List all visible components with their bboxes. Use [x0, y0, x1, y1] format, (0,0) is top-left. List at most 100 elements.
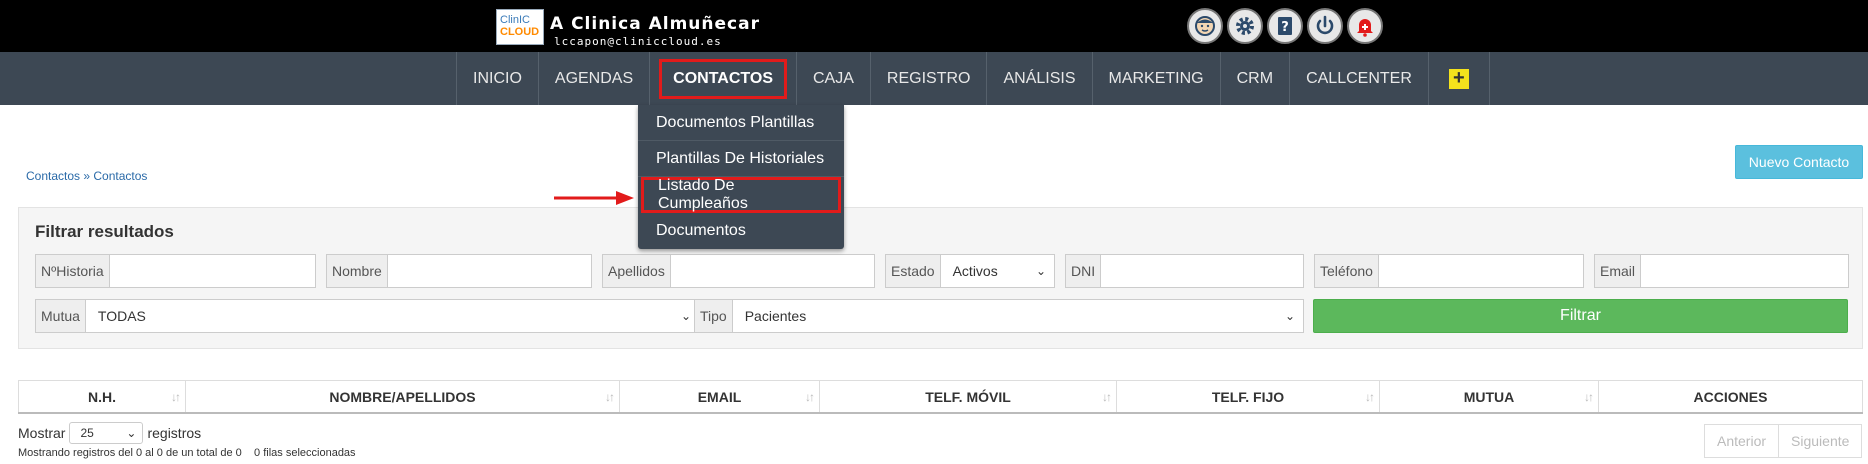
- nav-marketing[interactable]: MARKETING: [1093, 52, 1221, 105]
- email-field: Email: [1594, 254, 1849, 288]
- nav-inicio[interactable]: INICIO: [457, 52, 539, 105]
- filter-title: Filtrar resultados: [35, 222, 174, 241]
- page-length-value: 25: [80, 426, 94, 440]
- column-label: TELF. MÓVIL: [925, 388, 1011, 405]
- dropdown-documentos[interactable]: Documentos: [638, 213, 844, 249]
- nav-caja[interactable]: CAJA: [797, 52, 871, 105]
- sort-icon: ↓↑: [171, 390, 181, 404]
- dropdown-documentos-plantillas[interactable]: Documentos Plantillas: [638, 105, 844, 141]
- breadcrumb[interactable]: Contactos » Contactos: [26, 169, 147, 183]
- nav-agendas[interactable]: AGENDAS: [539, 52, 651, 105]
- mutua-field: Mutua TODAS ⌄: [35, 299, 700, 333]
- column-acciones: ACCIONES: [1599, 381, 1863, 412]
- nombre-field: Nombre: [326, 254, 592, 288]
- mutua-select[interactable]: TODAS ⌄: [86, 300, 699, 332]
- top-icon-group: ?: [1187, 8, 1383, 44]
- chevron-down-icon: ⌄: [1035, 264, 1046, 278]
- sort-icon: ↓↑: [805, 390, 815, 404]
- telefono-field: Teléfono: [1314, 254, 1584, 288]
- dropdown-plantillas-historiales[interactable]: Plantillas De Historiales: [638, 141, 844, 177]
- telefono-label: Teléfono: [1315, 255, 1379, 287]
- column-fijo[interactable]: TELF. FIJO ↓↑: [1117, 381, 1380, 412]
- bell-alert-icon[interactable]: [1347, 8, 1383, 44]
- help-book-icon[interactable]: ?: [1267, 8, 1303, 44]
- dropdown-listado-cumpleanos[interactable]: Listado De Cumpleaños: [641, 177, 841, 213]
- email-label: Email: [1595, 255, 1642, 287]
- sort-icon: ↓↑: [1102, 390, 1112, 404]
- logo-text-top: ClinIC: [500, 14, 530, 26]
- historia-label: NºHistoria: [36, 255, 110, 287]
- column-label: EMAIL: [697, 388, 742, 405]
- contactos-dropdown: Documentos Plantillas Plantillas De Hist…: [638, 105, 844, 249]
- filter-button[interactable]: Filtrar: [1313, 299, 1848, 333]
- power-icon[interactable]: [1307, 8, 1343, 44]
- dni-field: DNI: [1065, 254, 1304, 288]
- user-face-icon[interactable]: [1187, 8, 1223, 44]
- tipo-select[interactable]: Pacientes ⌄: [733, 300, 1303, 332]
- logo-text-bottom: CLOUD: [500, 26, 540, 38]
- nav-contactos[interactable]: CONTACTOS: [650, 52, 797, 105]
- apellidos-field: Apellidos: [602, 254, 875, 288]
- svg-text:?: ?: [1281, 20, 1289, 35]
- apellidos-label: Apellidos: [603, 255, 671, 287]
- column-label: ACCIONES: [1693, 388, 1768, 405]
- new-contact-button[interactable]: Nuevo Contacto: [1735, 145, 1863, 179]
- filter-panel: Filtrar resultados NºHistoria Nombre Ape…: [18, 207, 1863, 349]
- column-label: NOMBRE/APELLIDOS: [329, 388, 476, 405]
- user-email: lccapon@cliniccloud.es: [554, 35, 722, 48]
- dni-input[interactable]: [1101, 255, 1303, 287]
- nav-crm[interactable]: CRM: [1221, 52, 1291, 105]
- tipo-label: Tipo: [695, 300, 733, 332]
- column-label: N.H.: [88, 388, 116, 405]
- next-page-button[interactable]: Siguiente: [1779, 424, 1863, 458]
- nav-plus[interactable]: +: [1429, 52, 1490, 105]
- page-length-select[interactable]: 25 ⌄: [69, 422, 144, 444]
- sort-icon: ↓↑: [605, 390, 615, 404]
- nav-registro[interactable]: REGISTRO: [871, 52, 988, 105]
- chevron-down-icon: ⌄: [126, 426, 137, 440]
- column-nombre[interactable]: NOMBRE/APELLIDOS ↓↑: [186, 381, 620, 412]
- column-movil[interactable]: TELF. MÓVIL ↓↑: [820, 381, 1117, 412]
- registros-label: registros: [147, 425, 202, 441]
- cliniccloud-logo[interactable]: ClinIC CLOUD: [496, 9, 544, 45]
- tipo-value: Pacientes: [744, 308, 807, 324]
- nav-contactos-label: CONTACTOS: [659, 58, 787, 99]
- nombre-label: Nombre: [327, 255, 388, 287]
- email-input[interactable]: [1641, 255, 1848, 287]
- table-info: Mostrando registros del 0 al 0 de un tot…: [18, 447, 356, 459]
- red-arrow-icon: [554, 191, 634, 205]
- sort-icon: ↓↑: [1584, 390, 1594, 404]
- chevron-down-icon: ⌄: [680, 309, 691, 323]
- records-info: Mostrando registros del 0 al 0 de un tot…: [18, 447, 242, 459]
- pagination: Anterior Siguiente: [1704, 424, 1863, 458]
- nombre-input[interactable]: [387, 255, 591, 287]
- historia-field: NºHistoria: [35, 254, 316, 288]
- apellidos-input[interactable]: [670, 255, 874, 287]
- estado-value: Activos: [952, 263, 998, 279]
- gear-icon[interactable]: [1227, 8, 1263, 44]
- prev-page-button[interactable]: Anterior: [1704, 424, 1780, 458]
- telefono-input[interactable]: [1378, 255, 1583, 287]
- contacts-table-header: N.H. ↓↑ NOMBRE/APELLIDOS ↓↑ EMAIL ↓↑ TELF. …: [18, 380, 1863, 414]
- plus-icon: +: [1448, 68, 1469, 89]
- historia-input[interactable]: [109, 255, 315, 287]
- estado-label: Estado: [886, 255, 941, 287]
- estado-field: Estado Activos ⌄: [885, 254, 1055, 288]
- top-bar: ClinIC CLOUD A Clinica Almuñecar lccapon…: [0, 0, 1868, 52]
- column-mutua[interactable]: MUTUA ↓↑: [1380, 381, 1599, 412]
- column-label: MUTUA: [1463, 388, 1515, 405]
- main-navbar: INICIO AGENDAS CONTACTOS CAJA REGISTRO A…: [0, 52, 1868, 105]
- selected-rows-info: 0 filas seleccionadas: [254, 447, 356, 459]
- estado-select[interactable]: Activos ⌄: [941, 255, 1054, 287]
- mutua-value: TODAS: [97, 308, 146, 324]
- chevron-down-icon: ⌄: [1284, 309, 1295, 323]
- mutua-label: Mutua: [36, 300, 86, 332]
- column-email[interactable]: EMAIL ↓↑: [620, 381, 820, 412]
- clinic-name: A Clinica Almuñecar: [550, 14, 760, 34]
- nav-callcenter[interactable]: CALLCENTER: [1290, 52, 1429, 105]
- nav-analisis[interactable]: ANÁLISIS: [987, 52, 1093, 105]
- column-nh[interactable]: N.H. ↓↑: [18, 381, 186, 412]
- mostrar-label: Mostrar: [18, 425, 66, 441]
- dni-label: DNI: [1066, 255, 1102, 287]
- column-label: TELF. FIJO: [1211, 388, 1285, 405]
